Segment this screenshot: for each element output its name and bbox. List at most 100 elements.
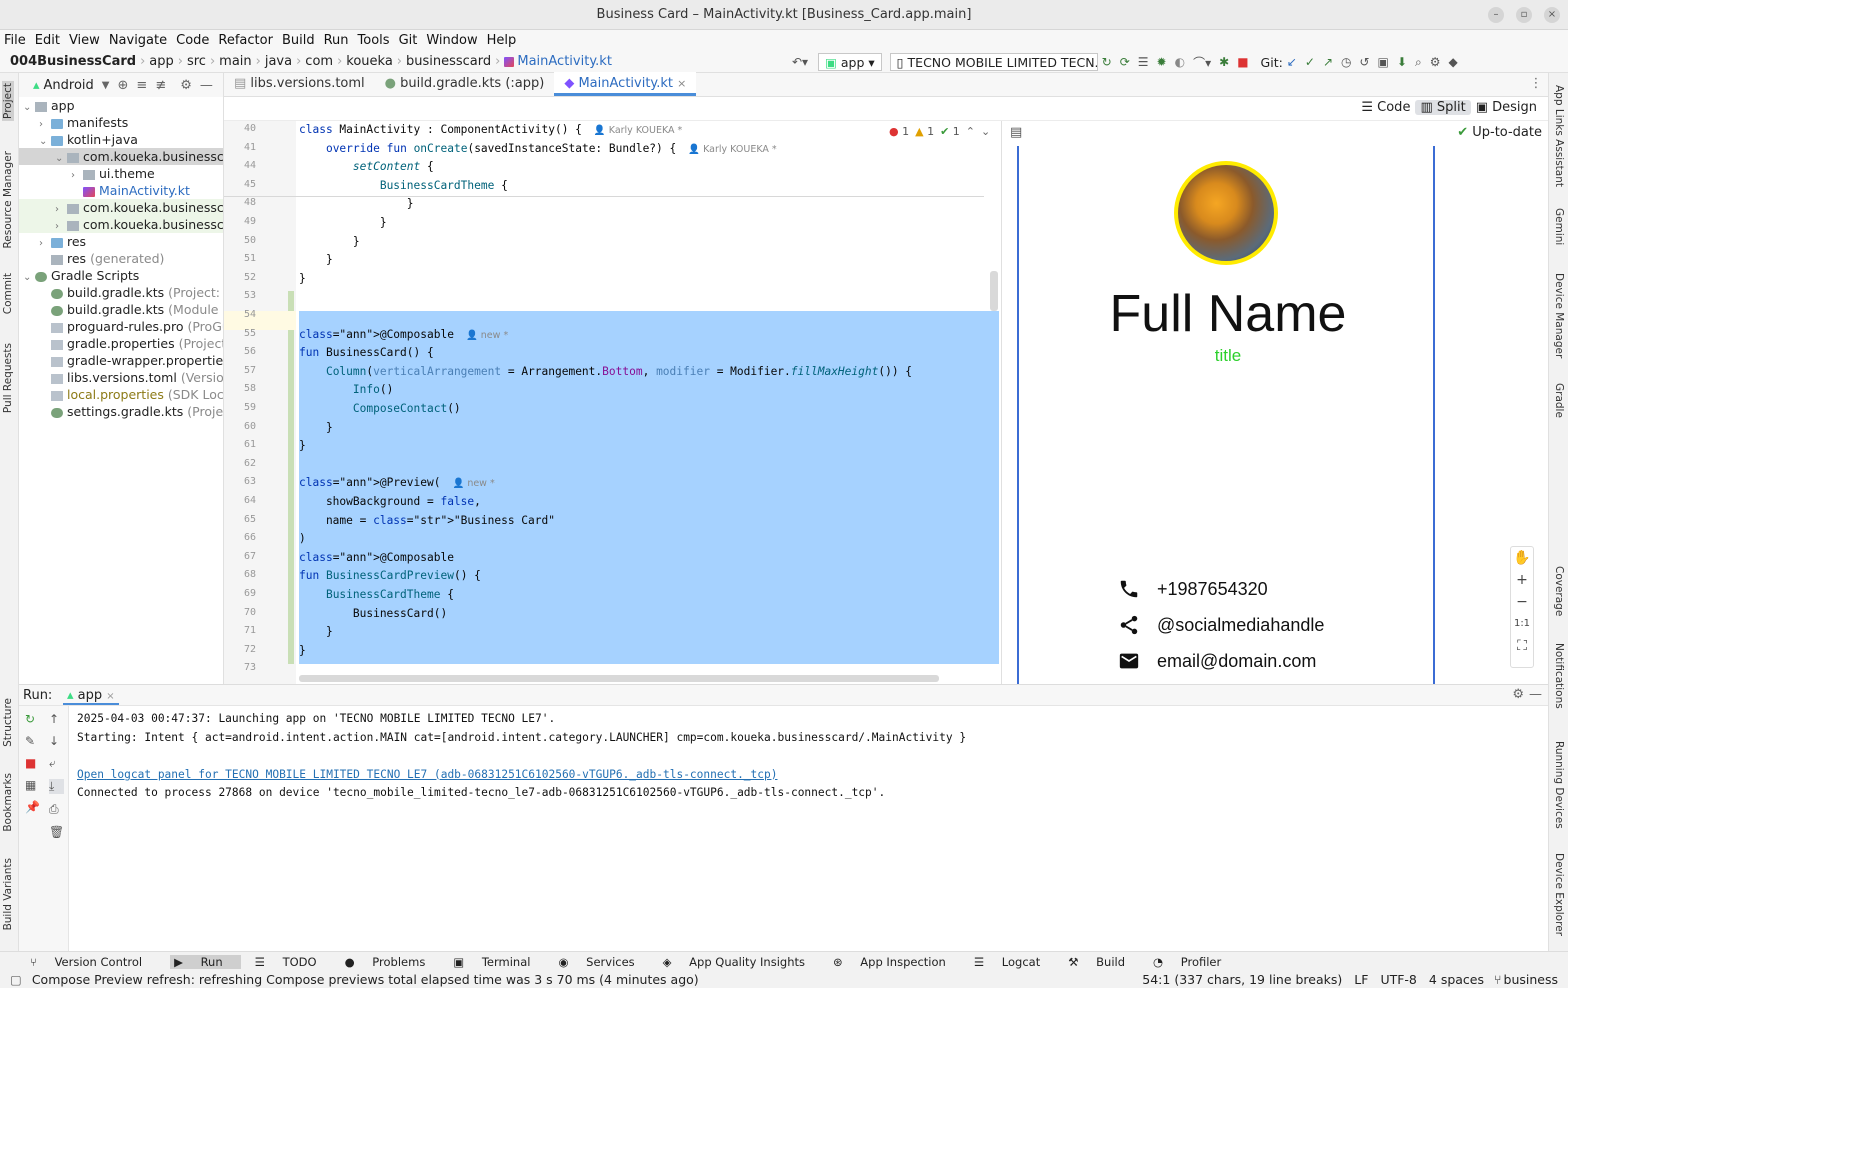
tab-build[interactable]: ⚒ Build <box>1068 955 1139 969</box>
project-toolwindow-tab[interactable]: Project <box>2 81 14 121</box>
menu-file[interactable]: File <box>4 33 26 48</box>
tree-item-ui-theme[interactable]: › ui.theme <box>19 165 223 182</box>
pull-requests-tab[interactable]: Pull Requests <box>2 343 14 413</box>
tab-todo[interactable]: ☰ TODO <box>255 955 331 969</box>
breadcrumb-src[interactable]: src <box>187 54 206 69</box>
git-update-icon[interactable]: ↙ <box>1287 55 1297 69</box>
indent-setting[interactable]: 4 spaces <box>1429 972 1484 987</box>
menu-refactor[interactable]: Refactor <box>218 33 273 48</box>
warning-count[interactable]: ▲ 1 <box>915 125 934 138</box>
close-icon[interactable]: × <box>1544 7 1560 23</box>
tab-version-control[interactable]: ⑂ Version Control <box>30 955 156 969</box>
settings-icon[interactable]: ⚙ <box>1430 55 1441 69</box>
close-tab-icon[interactable]: × <box>677 77 686 90</box>
gemini-tab[interactable]: Gemini <box>1553 208 1565 245</box>
tab-build-gradle[interactable]: ● build.gradle.kts (:app) <box>375 72 555 96</box>
tab-run[interactable]: ▶ Run <box>170 954 241 969</box>
hide-icon[interactable]: — <box>1529 687 1542 702</box>
git-push-icon[interactable]: ↗ <box>1323 55 1333 69</box>
minimize-icon[interactable]: – <box>1488 7 1504 23</box>
tree-item-proguard[interactable]: proguard-rules.pro (ProGua <box>19 318 223 335</box>
tab-services[interactable]: ◉ Services <box>558 955 648 969</box>
wrench-icon[interactable]: ✎ <box>25 734 40 748</box>
attach-debugger-icon[interactable]: ⌒▾ <box>1193 54 1211 71</box>
tree-item-package-main[interactable]: ⌄ com.koueka.businesscard <box>19 148 223 165</box>
horizontal-scrollbar[interactable] <box>299 675 939 682</box>
caret-position[interactable]: 54:1 (337 chars, 19 line breaks) <box>1142 972 1342 987</box>
scroll-to-end-icon[interactable]: ⤓ <box>49 779 65 794</box>
coverage-tab[interactable]: Coverage <box>1553 566 1565 616</box>
layout-icon[interactable]: ▦ <box>25 778 40 792</box>
breadcrumb-com[interactable]: com <box>305 54 333 69</box>
weak-warning-count[interactable]: ✔ 1 <box>940 125 960 138</box>
tab-app-quality-insights[interactable]: ◈ App Quality Insights <box>663 955 819 969</box>
history-icon[interactable]: ◷ <box>1341 55 1351 69</box>
breadcrumb-businesscard[interactable]: businesscard <box>406 54 491 69</box>
close-tab-icon[interactable]: × <box>106 691 114 702</box>
file-encoding[interactable]: UTF-8 <box>1380 972 1416 987</box>
tab-logcat[interactable]: ☰ Logcat <box>974 955 1054 969</box>
breadcrumb-file[interactable]: MainActivity.kt <box>517 54 612 69</box>
tree-item-build-gradle-module[interactable]: build.gradle.kts (Module :ap <box>19 301 223 318</box>
commit-tab[interactable]: Commit <box>2 273 14 314</box>
device-mirror-icon[interactable]: ▣ <box>1378 55 1389 69</box>
line-separator[interactable]: LF <box>1354 972 1368 987</box>
maximize-icon[interactable]: ▫ <box>1516 7 1532 23</box>
tree-item-package-android-test[interactable]: › com.koueka.businesscard <box>19 199 223 216</box>
debug-icon[interactable]: ✹ <box>1157 55 1167 69</box>
structure-tab[interactable]: Structure <box>2 698 14 747</box>
tree-item-kotlin-java[interactable]: ⌄ kotlin+java <box>19 131 223 148</box>
rerun-icon[interactable]: ↻ <box>25 712 40 726</box>
zoom-out-icon[interactable]: − <box>1511 591 1533 613</box>
gradle-tab[interactable]: Gradle <box>1553 383 1565 418</box>
run-config-select[interactable]: ▣ app ▾ <box>818 53 882 71</box>
editor-scrollbar[interactable] <box>990 271 998 311</box>
tree-item-build-gradle-project[interactable]: build.gradle.kts (Project: Bu <box>19 284 223 301</box>
search-icon[interactable]: ⌕ <box>1415 55 1422 70</box>
tab-profiler[interactable]: ◔ Profiler <box>1153 955 1235 969</box>
stop-icon[interactable]: ■ <box>1237 55 1248 69</box>
menu-navigate[interactable]: Navigate <box>109 33 167 48</box>
tree-item-res-generated[interactable]: res (generated) <box>19 250 223 267</box>
code-vision-author[interactable]: 👤 new * <box>452 478 494 489</box>
breadcrumb-project[interactable]: 004BusinessCard <box>10 54 136 69</box>
project-view-select[interactable]: Android <box>44 78 94 93</box>
menu-git[interactable]: Git <box>399 33 418 48</box>
bookmarks-tab[interactable]: Bookmarks <box>2 773 14 832</box>
menu-edit[interactable]: Edit <box>35 33 60 48</box>
breadcrumb-app[interactable]: app <box>149 54 173 69</box>
device-manager-tab[interactable]: Device Manager <box>1553 273 1565 358</box>
hammer-back-icon[interactable]: ↶▾ <box>792 55 808 69</box>
split-mode-button[interactable]: ▥ Split <box>1415 100 1471 115</box>
run-icon[interactable]: ☰ <box>1138 55 1149 69</box>
open-logcat-link[interactable]: Open logcat panel for TECNO MOBILE LIMIT… <box>77 766 1540 785</box>
design-mode-button[interactable]: ▣ Design <box>1471 100 1542 115</box>
rollback-icon[interactable]: ↺ <box>1359 55 1369 69</box>
print-icon[interactable]: ⎙ <box>49 802 64 817</box>
tree-item-manifests[interactable]: › manifests <box>19 114 223 131</box>
bug-icon[interactable]: ✱ <box>1219 55 1229 69</box>
git-branch[interactable]: business <box>1504 972 1558 987</box>
more-tabs-icon[interactable]: ⋮ <box>1524 72 1548 96</box>
preview-toolbar-icon[interactable]: ▤ <box>1010 125 1022 140</box>
breadcrumb-main[interactable]: main <box>219 54 251 69</box>
apply-changes-icon[interactable]: ↻ <box>1102 55 1112 69</box>
code-vision-author[interactable]: 👤 Karly KOUEKA * <box>594 125 682 136</box>
hide-icon[interactable]: — <box>200 78 213 93</box>
apply-code-changes-icon[interactable]: ⟳ <box>1120 55 1130 69</box>
build-variants-tab[interactable]: Build Variants <box>2 858 14 930</box>
breadcrumb-koueka[interactable]: koueka <box>346 54 393 69</box>
code-vision-author[interactable]: 👤 new * <box>466 330 508 341</box>
tab-libs-versions[interactable]: ▤ libs.versions.toml <box>224 72 375 96</box>
tree-item-libs-versions[interactable]: libs.versions.toml (Version C <box>19 369 223 386</box>
run-config-tab[interactable]: ▴ app × <box>63 688 119 705</box>
menu-view[interactable]: View <box>69 33 100 48</box>
expand-all-icon[interactable]: ≡ <box>136 78 147 93</box>
error-count[interactable]: ● 1 <box>889 125 909 138</box>
tab-problems[interactable]: ● Problems <box>345 955 440 969</box>
stop-icon[interactable]: ■ <box>25 756 40 770</box>
menu-tools[interactable]: Tools <box>358 33 390 48</box>
tree-item-local-properties[interactable]: local.properties (SDK Locat <box>19 386 223 403</box>
tab-mainactivity[interactable]: ◆ MainActivity.kt × <box>554 72 697 96</box>
profile-icon[interactable]: ◐ <box>1175 55 1185 69</box>
